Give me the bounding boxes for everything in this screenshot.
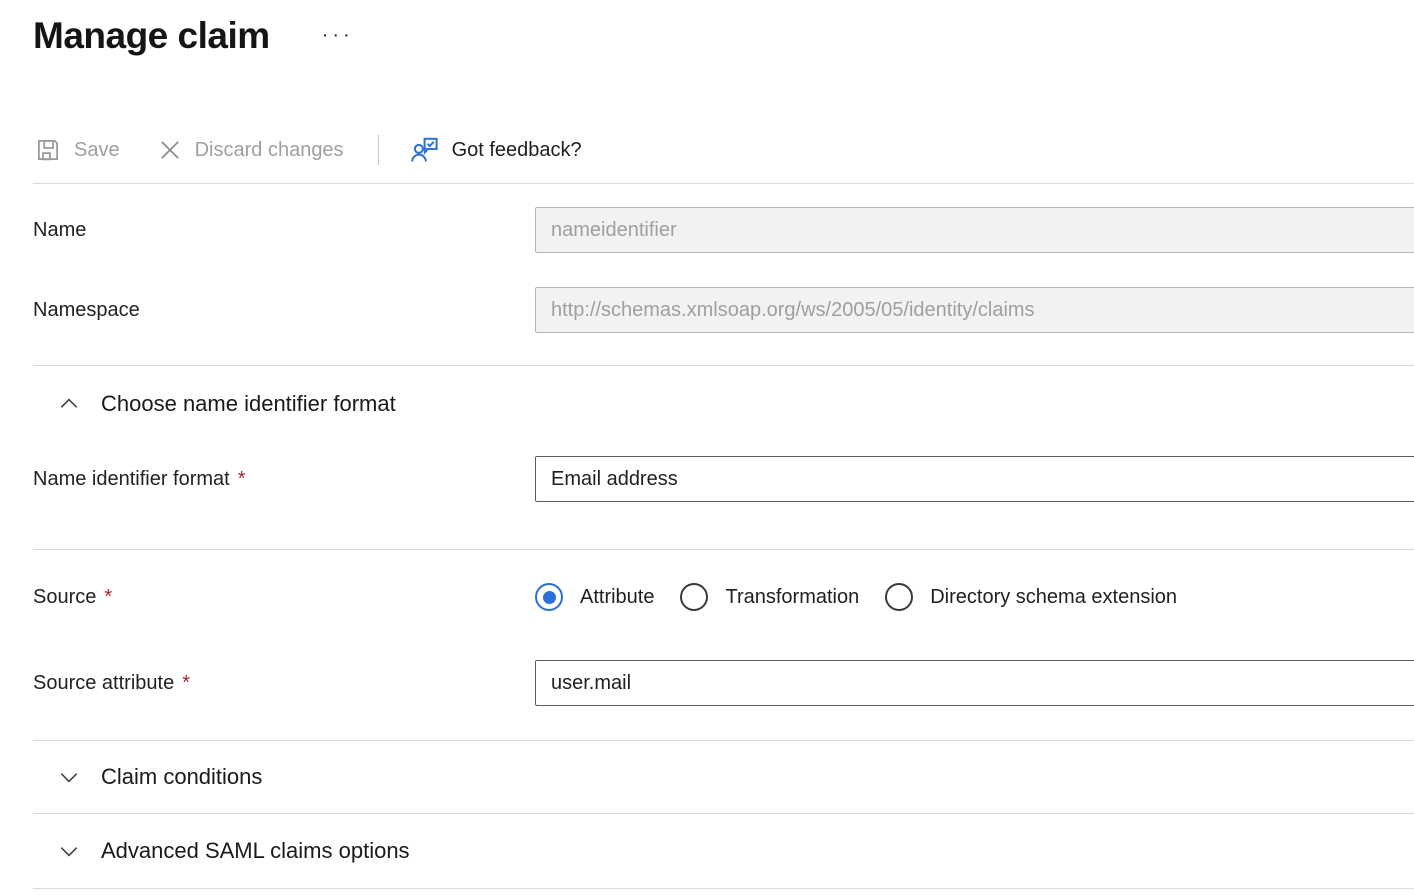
namespace-label: Namespace xyxy=(33,299,535,322)
name-field-row: Name xyxy=(33,207,1414,253)
section-advanced-saml-claims-options[interactable]: Advanced SAML claims options xyxy=(33,814,1414,888)
source-attribute-label: Source attribute * xyxy=(33,672,535,695)
chevron-down-icon xyxy=(58,840,80,862)
required-marker: * xyxy=(104,586,112,609)
required-marker: * xyxy=(238,468,246,491)
more-options-button[interactable]: ··· xyxy=(322,24,354,47)
chevron-up-icon xyxy=(58,393,80,415)
selected-option: Email address xyxy=(551,468,678,491)
source-field-row: Source * Attribute Transformation Direct… xyxy=(33,582,1414,612)
save-button[interactable]: Save xyxy=(33,135,120,165)
section-choose-name-identifier-format[interactable]: Choose name identifier format xyxy=(33,366,1414,420)
radio-circle xyxy=(885,583,913,611)
source-radio-group: Attribute Transformation Directory schem… xyxy=(535,583,1414,611)
page-header: Manage claim ··· xyxy=(33,0,1414,62)
close-icon xyxy=(156,136,184,164)
save-icon xyxy=(33,135,63,165)
divider xyxy=(33,183,1414,184)
section-claim-conditions[interactable]: Claim conditions xyxy=(33,741,1414,813)
radio-circle xyxy=(535,583,563,611)
radio-directory-schema-extension[interactable]: Directory schema extension xyxy=(885,583,1177,611)
manage-claim-page: Manage claim ··· Save Discard changes xyxy=(0,0,1414,896)
source-attribute-input[interactable] xyxy=(535,660,1414,706)
name-label: Name xyxy=(33,219,535,242)
toolbar-divider xyxy=(378,135,379,165)
save-label: Save xyxy=(74,139,120,162)
page-title: Manage claim xyxy=(33,10,270,62)
discard-changes-label: Discard changes xyxy=(195,139,344,162)
source-attribute-row: Source attribute * xyxy=(33,660,1414,706)
got-feedback-label: Got feedback? xyxy=(452,139,582,162)
chevron-down-icon xyxy=(58,766,80,788)
section-label: Claim conditions xyxy=(101,764,262,790)
name-identifier-format-label: Name identifier format * xyxy=(33,468,535,491)
section-label: Choose name identifier format xyxy=(101,391,396,417)
radio-circle xyxy=(680,583,708,611)
section-label: Advanced SAML claims options xyxy=(101,838,410,864)
radio-attribute[interactable]: Attribute xyxy=(535,583,654,611)
namespace-field-row: Namespace xyxy=(33,287,1414,333)
discard-changes-button[interactable]: Discard changes xyxy=(156,136,344,164)
divider xyxy=(33,888,1414,889)
namespace-input[interactable] xyxy=(535,287,1414,333)
name-input[interactable] xyxy=(535,207,1414,253)
feedback-icon xyxy=(409,134,441,166)
divider xyxy=(33,549,1414,550)
name-identifier-format-select[interactable]: Email address xyxy=(535,456,1414,502)
name-identifier-format-row: Name identifier format * Email address xyxy=(33,456,1414,502)
command-bar: Save Discard changes Got fee xyxy=(33,130,1414,170)
got-feedback-button[interactable]: Got feedback? xyxy=(409,134,582,166)
required-marker: * xyxy=(182,672,190,695)
radio-transformation[interactable]: Transformation xyxy=(680,583,859,611)
source-label: Source * xyxy=(33,586,535,609)
